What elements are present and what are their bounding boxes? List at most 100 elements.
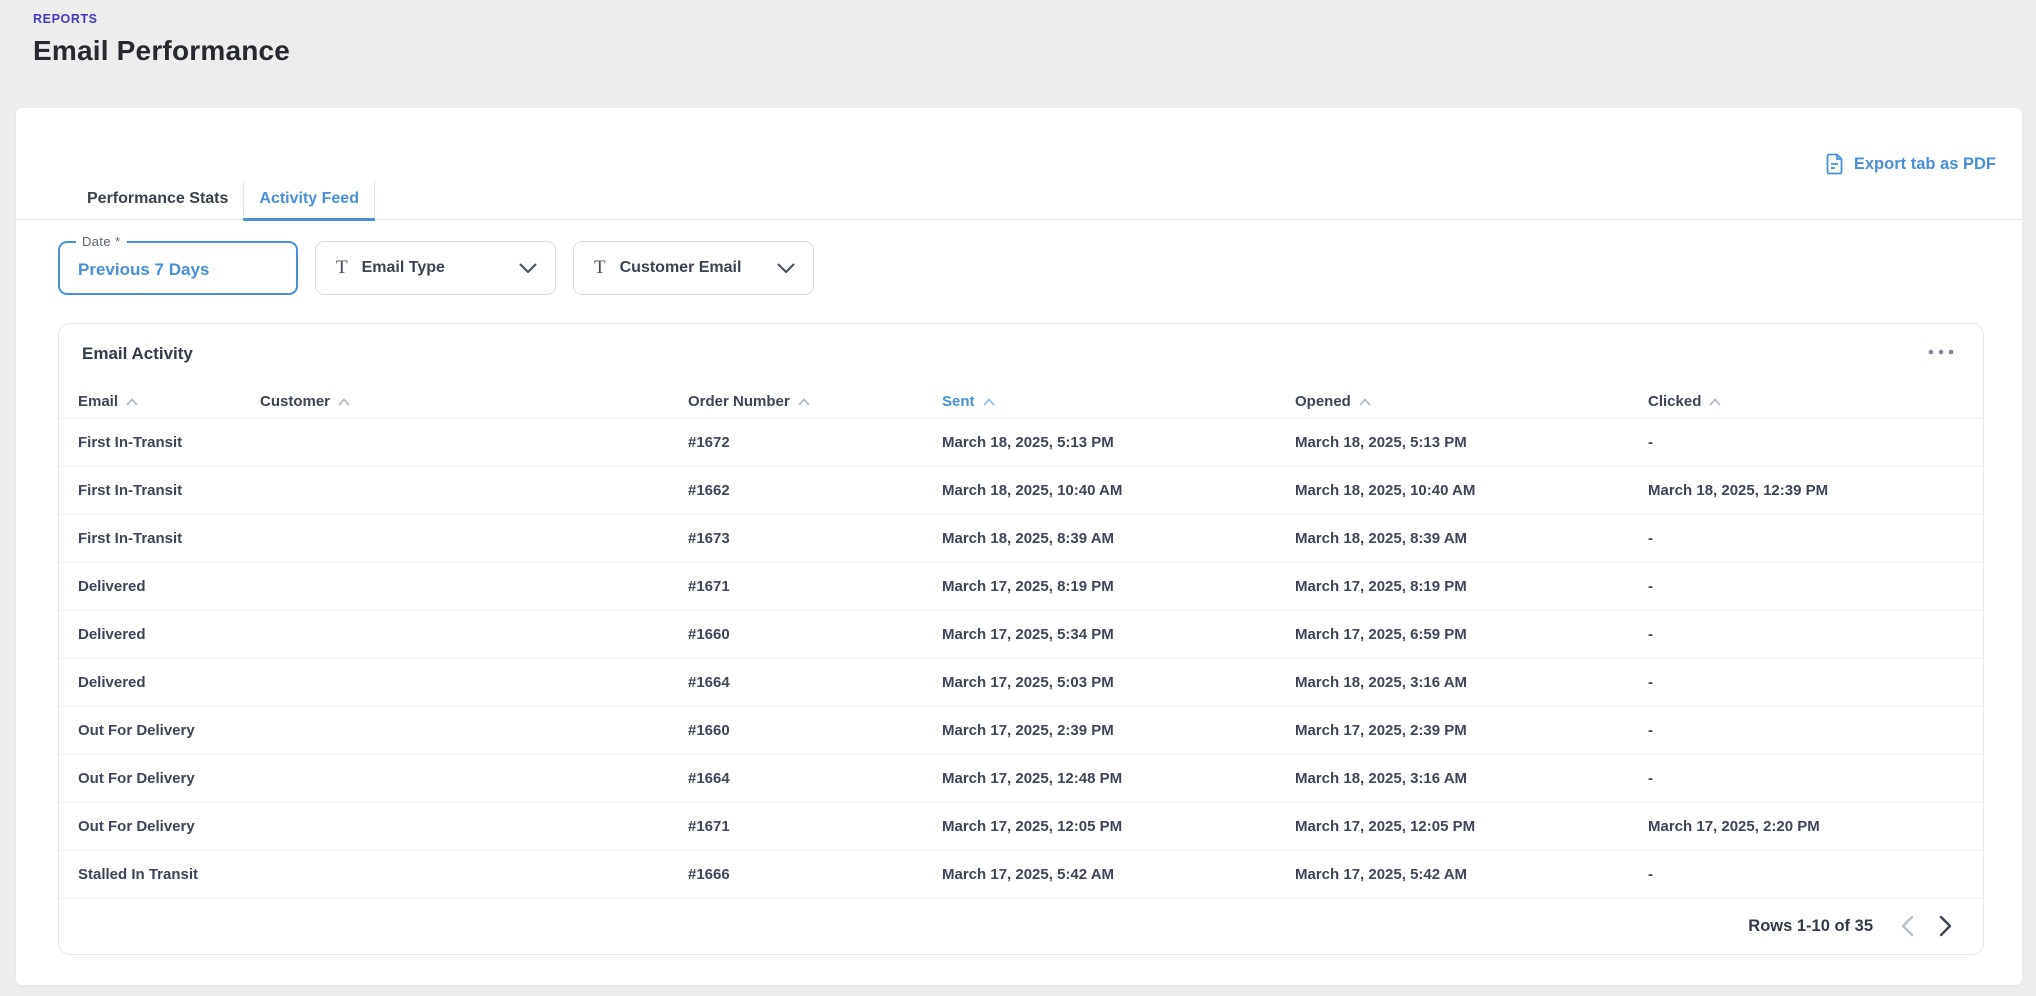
cell-opened: March 18, 2025, 3:16 AM: [1295, 674, 1648, 691]
column-label: Order Number: [688, 393, 790, 410]
cell-clicked: March 18, 2025, 12:39 PM: [1648, 482, 1983, 499]
cell-clicked: -: [1648, 530, 1983, 547]
cell-opened: March 17, 2025, 2:39 PM: [1295, 722, 1648, 739]
cell-sent: March 17, 2025, 8:19 PM: [942, 578, 1295, 595]
cell-email: First In-Transit: [78, 482, 260, 499]
table-row[interactable]: First In-Transit #1673 March 18, 2025, 8…: [59, 515, 1983, 563]
tab-performance-stats[interactable]: Performance Stats: [72, 181, 243, 219]
column-label: Opened: [1295, 393, 1351, 410]
cell-order-number: #1664: [688, 674, 942, 691]
cell-order-number: #1666: [688, 866, 942, 883]
sort-caret-icon: [798, 398, 810, 406]
cell-email: Delivered: [78, 626, 260, 643]
ellipsis-menu-button[interactable]: [1925, 344, 1957, 360]
sort-caret-icon: [1359, 398, 1371, 406]
cell-order-number: #1673: [688, 530, 942, 547]
cell-customer: [260, 673, 688, 691]
sort-caret-icon: [983, 398, 995, 406]
cell-customer: [260, 433, 688, 451]
cell-opened: March 18, 2025, 5:13 PM: [1295, 434, 1648, 451]
customer-email-filter-label: Customer Email: [620, 259, 777, 277]
export-tab-as-pdf-button[interactable]: Export tab as PDF: [1825, 148, 1996, 180]
column-label: Email: [78, 393, 118, 410]
column-header-clicked[interactable]: Clicked: [1648, 393, 1983, 410]
cell-sent: March 17, 2025, 5:42 AM: [942, 866, 1295, 883]
cell-customer: [260, 481, 688, 499]
table-row[interactable]: Delivered #1664 March 17, 2025, 5:03 PM …: [59, 659, 1983, 707]
date-filter-value: Previous 7 Days: [78, 260, 209, 280]
cell-clicked: -: [1648, 770, 1983, 787]
export-bar: Export tab as PDF: [16, 108, 2022, 180]
cell-sent: March 17, 2025, 12:48 PM: [942, 770, 1295, 787]
table-body: First In-Transit #1672 March 18, 2025, 5…: [59, 419, 1983, 899]
rows-count-label: Rows 1-10 of 35: [1748, 917, 1873, 936]
column-header-opened[interactable]: Opened: [1295, 393, 1648, 410]
cell-opened: March 18, 2025, 10:40 AM: [1295, 482, 1648, 499]
previous-page-button[interactable]: [1893, 912, 1921, 940]
page-title: Email Performance: [33, 35, 2036, 67]
next-page-button[interactable]: [1931, 912, 1959, 940]
cell-clicked: -: [1648, 626, 1983, 643]
cell-email: Delivered: [78, 674, 260, 691]
cell-order-number: #1671: [688, 818, 942, 835]
text-filter-icon: T: [594, 257, 606, 279]
cell-order-number: #1660: [688, 722, 942, 739]
email-type-filter[interactable]: T Email Type: [315, 241, 556, 295]
cell-customer: [260, 577, 688, 595]
date-filter-label: Date *: [76, 234, 127, 249]
cell-order-number: #1664: [688, 770, 942, 787]
column-header-order-number[interactable]: Order Number: [688, 393, 942, 410]
email-activity-header: Email Activity: [59, 324, 1983, 385]
table-row[interactable]: Delivered #1660 March 17, 2025, 5:34 PM …: [59, 611, 1983, 659]
cell-email: First In-Transit: [78, 434, 260, 451]
table-row[interactable]: Out For Delivery #1671 March 17, 2025, 1…: [59, 803, 1983, 851]
column-header-sent[interactable]: Sent: [942, 393, 1295, 410]
tab-activity-feed[interactable]: Activity Feed: [243, 181, 375, 219]
email-activity-card: Email Activity Email Customer Order Numb…: [58, 323, 1984, 955]
cell-order-number: #1660: [688, 626, 942, 643]
breadcrumb[interactable]: REPORTS: [33, 12, 2036, 26]
table-title: Email Activity: [82, 344, 193, 364]
cell-sent: March 17, 2025, 5:03 PM: [942, 674, 1295, 691]
cell-order-number: #1672: [688, 434, 942, 451]
export-label: Export tab as PDF: [1854, 155, 1996, 174]
column-header-customer[interactable]: Customer: [260, 393, 688, 410]
customer-email-filter[interactable]: T Customer Email: [573, 241, 814, 295]
cell-order-number: #1662: [688, 482, 942, 499]
table-row[interactable]: Out For Delivery #1664 March 17, 2025, 1…: [59, 755, 1983, 803]
column-label: Customer: [260, 393, 330, 410]
cell-clicked: -: [1648, 866, 1983, 883]
cell-customer: [260, 625, 688, 643]
cell-clicked: -: [1648, 434, 1983, 451]
text-filter-icon: T: [336, 257, 348, 279]
table-row[interactable]: First In-Transit #1662 March 18, 2025, 1…: [59, 467, 1983, 515]
table-row[interactable]: Delivered #1671 March 17, 2025, 8:19 PM …: [59, 563, 1983, 611]
cell-sent: March 17, 2025, 5:34 PM: [942, 626, 1295, 643]
tab-label: Activity Feed: [259, 190, 359, 207]
cell-email: Out For Delivery: [78, 770, 260, 787]
sort-caret-icon: [1709, 398, 1721, 406]
cell-email: Stalled In Transit: [78, 866, 260, 883]
cell-opened: March 18, 2025, 8:39 AM: [1295, 530, 1648, 547]
tabs: Performance Stats Activity Feed: [16, 180, 2022, 220]
sort-caret-icon: [126, 398, 138, 406]
cell-sent: March 18, 2025, 8:39 AM: [942, 530, 1295, 547]
cell-clicked: -: [1648, 578, 1983, 595]
column-label: Sent: [942, 393, 975, 410]
table-row[interactable]: First In-Transit #1672 March 18, 2025, 5…: [59, 419, 1983, 467]
cell-email: Out For Delivery: [78, 722, 260, 739]
cell-customer: [260, 769, 688, 787]
date-filter[interactable]: Date * Previous 7 Days: [58, 241, 298, 295]
filters-row: Date * Previous 7 Days T Email Type T Cu…: [58, 241, 2022, 295]
cell-sent: March 18, 2025, 10:40 AM: [942, 482, 1295, 499]
page-header: REPORTS Email Performance: [0, 0, 2036, 67]
cell-opened: March 18, 2025, 3:16 AM: [1295, 770, 1648, 787]
cell-opened: March 17, 2025, 8:19 PM: [1295, 578, 1648, 595]
cell-customer: [260, 529, 688, 547]
cell-email: Out For Delivery: [78, 818, 260, 835]
tab-label: Performance Stats: [87, 190, 228, 207]
column-header-email[interactable]: Email: [78, 393, 260, 410]
table-row[interactable]: Out For Delivery #1660 March 17, 2025, 2…: [59, 707, 1983, 755]
table-row[interactable]: Stalled In Transit #1666 March 17, 2025,…: [59, 851, 1983, 899]
sort-caret-icon: [338, 398, 350, 406]
